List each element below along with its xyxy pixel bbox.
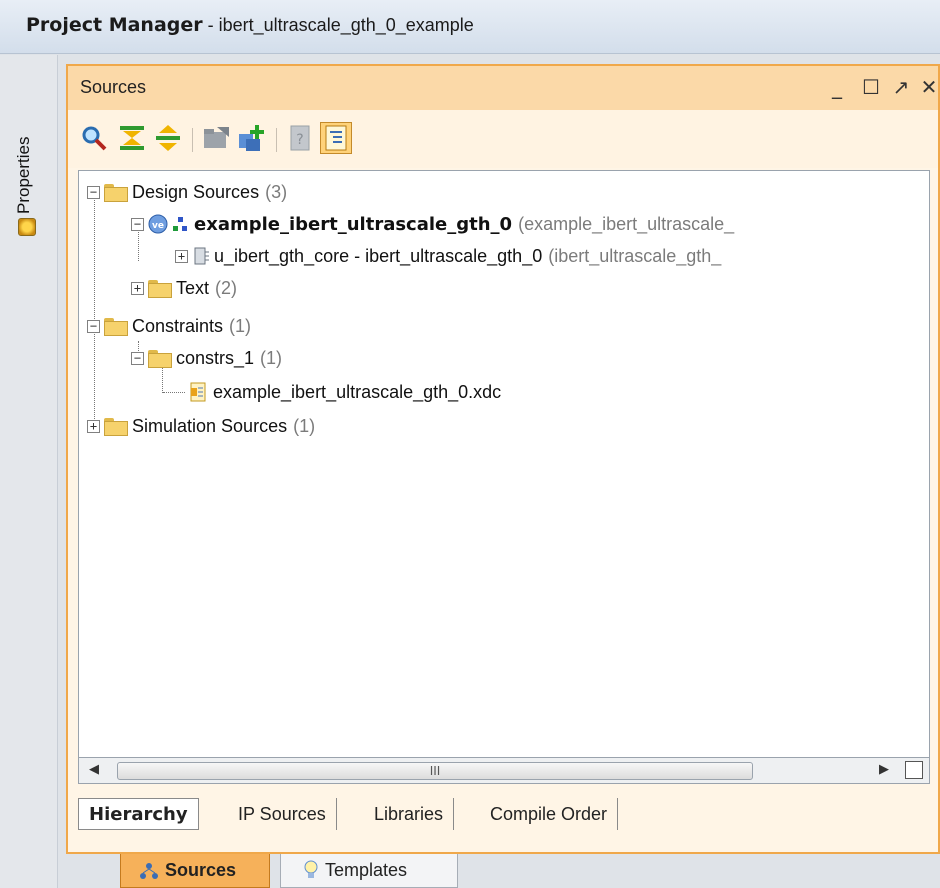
folder-open-icon <box>104 318 128 336</box>
tree-node-constraints[interactable]: − Constraints (1) <box>87 311 251 341</box>
window-tab-label: Templates <box>325 860 408 880</box>
properties-side-tab[interactable]: Properties <box>8 64 46 244</box>
hierarchy-icon <box>140 863 158 879</box>
panel-title: Sources <box>80 77 147 97</box>
toolbar-separator <box>192 128 193 152</box>
lightbulb-icon <box>304 860 318 878</box>
folder-icon <box>104 418 128 436</box>
collapse-toggle[interactable]: − <box>87 319 100 333</box>
node-label: u_ibert_gth_core - ibert_ultrascale_gth_… <box>214 245 543 266</box>
view-tabs: Hierarchy IP Sources Libraries Compile O… <box>78 794 930 834</box>
document-properties-icon[interactable]: ? <box>284 122 316 154</box>
ip-core-icon <box>194 247 209 265</box>
sources-toolbar: ? <box>68 110 938 168</box>
properties-icon <box>18 218 36 236</box>
node-label: example_ibert_ultrascale_gth_0.xdc <box>213 381 502 402</box>
node-count: (1) <box>260 347 283 368</box>
sources-panel: Sources _ ☐ ↗ ✕ ? − Design Sources (3) −… <box>66 64 940 854</box>
node-label: Text <box>176 277 210 298</box>
node-detail: (example_ibert_ultrascale_ <box>518 213 735 234</box>
project-name: - ibert_ultrascale_gth_0_example <box>202 15 474 35</box>
corner-box <box>905 761 923 779</box>
horizontal-scrollbar[interactable]: ◀ III ▶ <box>78 758 930 784</box>
node-count: (1) <box>229 315 252 336</box>
node-label: constrs_1 <box>176 347 255 368</box>
expand-toggle[interactable]: + <box>175 249 188 263</box>
tree-node-constrs-1[interactable]: − constrs_1 (1) <box>131 343 282 373</box>
expand-toggle[interactable]: + <box>131 281 144 295</box>
tab-hierarchy[interactable]: Hierarchy <box>78 798 199 830</box>
tree-node-xdc-file[interactable]: example_ibert_ultrascale_gth_0.xdc <box>189 377 501 407</box>
node-detail: (ibert_ultrascale_gth_ <box>548 245 722 266</box>
tab-libraries[interactable]: Libraries <box>364 798 455 830</box>
xdc-file-icon <box>190 382 206 402</box>
verilog-module-icon: ve <box>148 214 168 234</box>
top-module-icon <box>173 217 187 231</box>
window-tabs: Sources Templates <box>0 854 940 888</box>
window-tab-templates[interactable]: Templates <box>280 854 458 888</box>
tree-node-core-instance[interactable]: + u_ibert_gth_core - ibert_ultrascale_gt… <box>175 241 721 271</box>
tree-node-simulation-sources[interactable]: + Simulation Sources (1) <box>87 411 315 441</box>
tree-node-top-module[interactable]: − ve example_ibert_ultrascale_gth_0 (exa… <box>131 209 734 239</box>
tab-ip-sources[interactable]: IP Sources <box>228 798 337 830</box>
folder-open-icon <box>104 184 128 202</box>
minimize-button[interactable]: _ <box>824 74 850 100</box>
toolbar-separator <box>276 128 277 152</box>
add-sources-icon[interactable] <box>236 122 268 154</box>
collapse-toggle[interactable]: − <box>87 185 100 199</box>
sources-tree: − Design Sources (3) − ve example_ibert_… <box>78 170 930 758</box>
tree-node-design-sources[interactable]: − Design Sources (3) <box>87 177 287 207</box>
open-folder-icon[interactable] <box>200 122 232 154</box>
node-count: (1) <box>293 415 316 436</box>
tree-node-text[interactable]: + Text (2) <box>131 273 237 303</box>
node-label: Constraints <box>132 315 224 336</box>
scroll-left-arrow-icon[interactable]: ◀ <box>89 762 99 777</box>
panel-header: Sources _ ☐ ↗ ✕ <box>68 66 938 110</box>
scroll-right-arrow-icon[interactable]: ▶ <box>879 762 889 777</box>
window-title: Project Manager - ibert_ultrascale_gth_0… <box>26 14 474 36</box>
scrollbar-grip: III <box>429 764 441 778</box>
expand-all-icon[interactable] <box>152 122 184 154</box>
folder-icon <box>148 280 172 298</box>
svg-text:ve: ve <box>152 221 164 231</box>
close-button[interactable]: ✕ <box>916 74 940 100</box>
folder-open-icon <box>148 350 172 368</box>
app-title: Project Manager <box>26 14 203 36</box>
properties-tab-label: Properties <box>14 136 33 214</box>
node-label: example_ibert_ultrascale_gth_0 <box>194 213 513 235</box>
tab-compile-order[interactable]: Compile Order <box>480 798 619 830</box>
node-count: (3) <box>265 181 288 202</box>
float-button[interactable]: ↗ <box>888 74 914 100</box>
collapse-toggle[interactable]: − <box>131 217 144 231</box>
maximize-button[interactable]: ☐ <box>858 74 884 100</box>
node-count: (2) <box>215 277 238 298</box>
expand-toggle[interactable]: + <box>87 419 100 433</box>
node-label: Simulation Sources <box>132 415 288 436</box>
show-hierarchy-icon[interactable] <box>320 122 352 154</box>
search-icon[interactable] <box>78 122 110 154</box>
window-tab-label: Sources <box>165 860 237 880</box>
collapse-all-icon[interactable] <box>116 122 148 154</box>
scrollbar-thumb[interactable]: III <box>117 762 753 780</box>
node-label: Design Sources <box>132 181 260 202</box>
collapse-toggle[interactable]: − <box>131 351 144 365</box>
svg-text:?: ? <box>296 132 303 148</box>
window-tab-sources[interactable]: Sources <box>120 854 270 888</box>
title-bar: Project Manager - ibert_ultrascale_gth_0… <box>0 0 940 54</box>
